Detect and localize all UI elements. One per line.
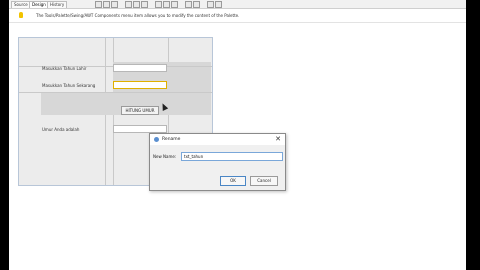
selection-mode-icon[interactable] (95, 1, 102, 8)
align-left-icon[interactable] (125, 1, 132, 8)
align-bottom-icon[interactable] (171, 1, 178, 8)
tab-history[interactable]: History (47, 1, 68, 8)
current-year-field[interactable] (113, 81, 167, 89)
tab-source[interactable]: Source (11, 1, 31, 8)
align-right-icon[interactable] (141, 1, 148, 8)
new-name-label: New Name: (153, 154, 177, 159)
calculate-age-button[interactable]: HITUNG UMUR (121, 106, 159, 115)
align-center-icon[interactable] (133, 1, 140, 8)
palette-hint-bar: The Tools/Palette/Swing/AWT Components m… (9, 9, 466, 23)
age-result-field[interactable] (113, 125, 167, 133)
close-icon[interactable]: ✕ (275, 135, 281, 144)
letterbox-right (466, 0, 480, 270)
ok-button[interactable]: OK (220, 176, 246, 186)
netbeans-icon (154, 137, 159, 142)
guide-line (19, 92, 212, 93)
connection-mode-icon[interactable] (103, 1, 110, 8)
birth-year-field[interactable] (113, 64, 167, 72)
screen: Source Design History The Tools/Palette/… (0, 0, 480, 270)
birth-year-label[interactable]: Masukkan Tahun Lahir (42, 66, 86, 71)
preview-design-icon[interactable] (111, 1, 118, 8)
lightbulb-icon (19, 12, 23, 18)
rename-dialog: Rename ✕ New Name: txt_tahun OK Cancel (149, 133, 286, 191)
current-year-label[interactable]: Masukkan Tahun Sekarang (42, 83, 95, 88)
dialog-title: Rename (162, 137, 181, 142)
align-top-icon[interactable] (155, 1, 162, 8)
dialog-title-bar[interactable]: Rename ✕ (150, 134, 285, 145)
cancel-button[interactable]: Cancel (250, 176, 278, 186)
new-name-input[interactable]: txt_tahun (181, 152, 283, 161)
letterbox-left (0, 0, 9, 270)
undo-icon[interactable] (207, 1, 214, 8)
age-result-label[interactable]: Umur Anda adalah (42, 127, 79, 132)
resize-vertical-icon[interactable] (193, 1, 200, 8)
palette-hint-text: The Tools/Palette/Swing/AWT Components m… (36, 13, 240, 18)
align-middle-icon[interactable] (163, 1, 170, 8)
editor-toolbar: Source Design History (9, 0, 466, 9)
dialog-body: New Name: txt_tahun OK Cancel (150, 145, 285, 190)
tab-design[interactable]: Design (29, 1, 49, 8)
redo-icon[interactable] (215, 1, 222, 8)
resize-horizontal-icon[interactable] (185, 1, 192, 8)
